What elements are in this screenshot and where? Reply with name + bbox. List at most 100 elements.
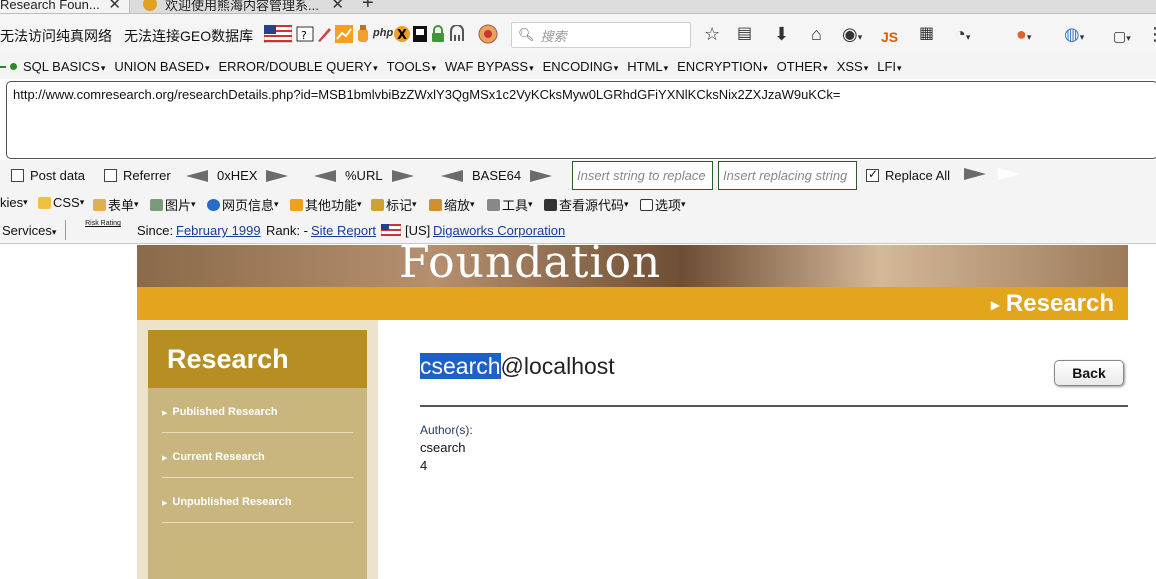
js-icon[interactable]: JS xyxy=(881,26,898,48)
outline-menu[interactable]: 标记 ▾ xyxy=(371,195,417,214)
sidebar-item-unpublished-research[interactable]: ▶ Unpublished Research xyxy=(162,478,353,523)
post-data-checkbox[interactable]: Post data xyxy=(11,168,85,183)
x-icon[interactable]: X xyxy=(394,25,410,43)
host-link[interactable]: Digaworks Corporation xyxy=(433,223,565,238)
search-input[interactable]: 🔍︎ 搜索 xyxy=(511,22,691,48)
menu-union-based[interactable]: UNION BASED▾ xyxy=(114,59,209,74)
home-icon[interactable]: ⌂ xyxy=(811,23,822,45)
menu-lfi[interactable]: LFI▾ xyxy=(877,59,901,74)
images-menu[interactable]: 图片 ▾ xyxy=(150,195,196,214)
services-toolbar: Services▾ Risk Rating Since: February 19… xyxy=(0,216,1156,244)
url-encoder: %URL xyxy=(314,168,414,183)
options-icon xyxy=(640,198,653,211)
replace-all-checkbox[interactable]: Replace All xyxy=(866,167,950,183)
section-bar: ▶ Research xyxy=(137,287,1128,320)
globe-menu-icon[interactable]: ◉▾ xyxy=(842,23,862,48)
tools-menu[interactable]: 工具 ▾ xyxy=(487,195,533,214)
cookies-menu[interactable]: kies ▾ xyxy=(0,195,28,210)
back-button[interactable]: Back xyxy=(1054,360,1124,386)
nav-toolbar: 无法访问纯真网络 无法连接GEO数据库 ? php X 🔍︎ 搜索 ☆ ▤ ⬇ … xyxy=(0,14,1156,54)
base64-encoder: BASE64 xyxy=(441,168,553,183)
square-icon[interactable] xyxy=(412,25,428,43)
download-icon[interactable]: ⬇ xyxy=(774,23,789,45)
menu-error-double-query[interactable]: ERROR/DOUBLE QUERY▾ xyxy=(218,59,377,74)
close-icon[interactable]: ✕ xyxy=(331,0,344,13)
bottle-icon[interactable] xyxy=(356,25,370,43)
hex-decode-arrow-icon[interactable] xyxy=(186,169,208,182)
resize-icon xyxy=(429,198,442,211)
us-flag-icon[interactable] xyxy=(264,25,292,43)
url-encode-arrow-icon[interactable] xyxy=(391,169,414,182)
us-flag-icon xyxy=(381,224,401,236)
menu-icon[interactable]: ⋮ xyxy=(1146,23,1156,45)
hackbar-load-icon[interactable] xyxy=(10,63,17,70)
collapse-icon[interactable] xyxy=(0,65,6,68)
misc-icon xyxy=(290,198,303,211)
pen-icon[interactable] xyxy=(316,25,332,43)
options-menu[interactable]: 选项 ▾ xyxy=(640,195,686,214)
bookmark-geo[interactable]: 无法连接GEO数据库 xyxy=(124,26,253,46)
favicon-icon xyxy=(143,0,157,11)
lock-icon[interactable] xyxy=(431,25,445,43)
country-label: [US] xyxy=(405,223,431,238)
pencil-icon xyxy=(371,198,384,211)
menu-waf-bypass[interactable]: WAF BYPASS▾ xyxy=(445,59,534,74)
since-link[interactable]: February 1999 xyxy=(176,223,261,238)
misc-menu[interactable]: 其他功能 ▾ xyxy=(290,195,362,214)
bookmark-chunzhen[interactable]: 无法访问纯真网络 xyxy=(0,26,112,46)
menu-html[interactable]: HTML▾ xyxy=(627,59,668,74)
hex-encode-arrow-icon[interactable] xyxy=(266,169,289,182)
menu-sql-basics[interactable]: SQL BASICS▾ xyxy=(23,59,105,74)
sidebar-item-published-research[interactable]: ▶ Published Research xyxy=(162,388,353,433)
checkbox-icon xyxy=(11,169,24,182)
hackbar-options: Post data Referrer 0xHEX %URL BASE64 Ins… xyxy=(0,160,1156,192)
tab-research[interactable]: Research Foun... ✕ xyxy=(0,0,130,13)
menu-encoding[interactable]: ENCODING▾ xyxy=(543,59,619,74)
site-report-link[interactable]: Site Report xyxy=(311,223,376,238)
chart-icon[interactable] xyxy=(335,25,353,43)
php-icon[interactable]: php xyxy=(373,27,393,39)
page-info-menu[interactable]: 网页信息 ▾ xyxy=(207,195,279,214)
replace-with-input[interactable]: Insert replacing string xyxy=(718,161,857,190)
risk-rating-badge[interactable]: Risk Rating xyxy=(76,220,130,236)
sidebar-item-current-research[interactable]: ▶ Current Research xyxy=(162,433,353,478)
header-banner: Foundation xyxy=(137,245,1128,287)
base64-encode-arrow-icon[interactable] xyxy=(530,169,553,182)
replace-go-arrow[interactable] xyxy=(964,168,986,180)
firebug-icon[interactable]: ●▾ xyxy=(1016,23,1031,48)
tab-label: 欢迎使用熊海内容管理系... xyxy=(165,0,319,13)
css-menu[interactable]: CSS ▾ xyxy=(38,195,84,210)
triangle-icon: ▶ xyxy=(162,410,168,417)
url-decode-arrow-icon[interactable] xyxy=(314,169,336,182)
new-tab-button[interactable]: + xyxy=(362,0,374,13)
compass-icon[interactable] xyxy=(478,24,498,44)
image-icon xyxy=(150,198,163,211)
menu-tools[interactable]: TOOLS▾ xyxy=(387,59,436,74)
world-icon[interactable]: ◍▾ xyxy=(1064,23,1084,48)
tab-cms[interactable]: 欢迎使用熊海内容管理系... ✕ xyxy=(137,0,352,13)
menu-encryption[interactable]: ENCRYPTION▾ xyxy=(677,59,768,74)
replace-next-arrow[interactable] xyxy=(998,168,1020,180)
image-tool-icon[interactable]: ▦ xyxy=(919,23,934,45)
help-icon[interactable]: ? xyxy=(296,26,314,42)
menu-xss[interactable]: XSS▾ xyxy=(837,59,869,74)
close-icon[interactable]: ✕ xyxy=(108,0,121,13)
wrench-icon xyxy=(487,198,500,211)
replace-find-input[interactable]: Insert string to replace xyxy=(572,161,713,190)
since-label: Since: xyxy=(137,223,174,238)
hackbar-url-input[interactable]: http://www.comresearch.org/researchDetai… xyxy=(6,81,1156,159)
css-icon xyxy=(38,196,51,209)
elephant-icon[interactable] xyxy=(449,25,465,43)
base64-decode-arrow-icon[interactable] xyxy=(441,169,463,182)
menu-other[interactable]: OTHER▾ xyxy=(777,59,828,74)
bookmark-star-icon[interactable]: ☆ xyxy=(704,23,720,45)
forms-menu[interactable]: 表单 ▾ xyxy=(93,195,139,214)
referrer-checkbox[interactable]: Referrer xyxy=(104,168,171,183)
palette-icon[interactable]: ◔▾ xyxy=(955,23,970,48)
reading-list-icon[interactable]: ▤ xyxy=(737,23,752,45)
hex-encoder: 0xHEX xyxy=(186,168,289,183)
window-icon[interactable]: ▢▾ xyxy=(1113,25,1131,49)
services-menu[interactable]: Services▾ xyxy=(2,223,56,238)
resize-menu[interactable]: 缩放 ▾ xyxy=(429,195,475,214)
view-source-menu[interactable]: 查看源代码 ▾ xyxy=(544,195,629,214)
